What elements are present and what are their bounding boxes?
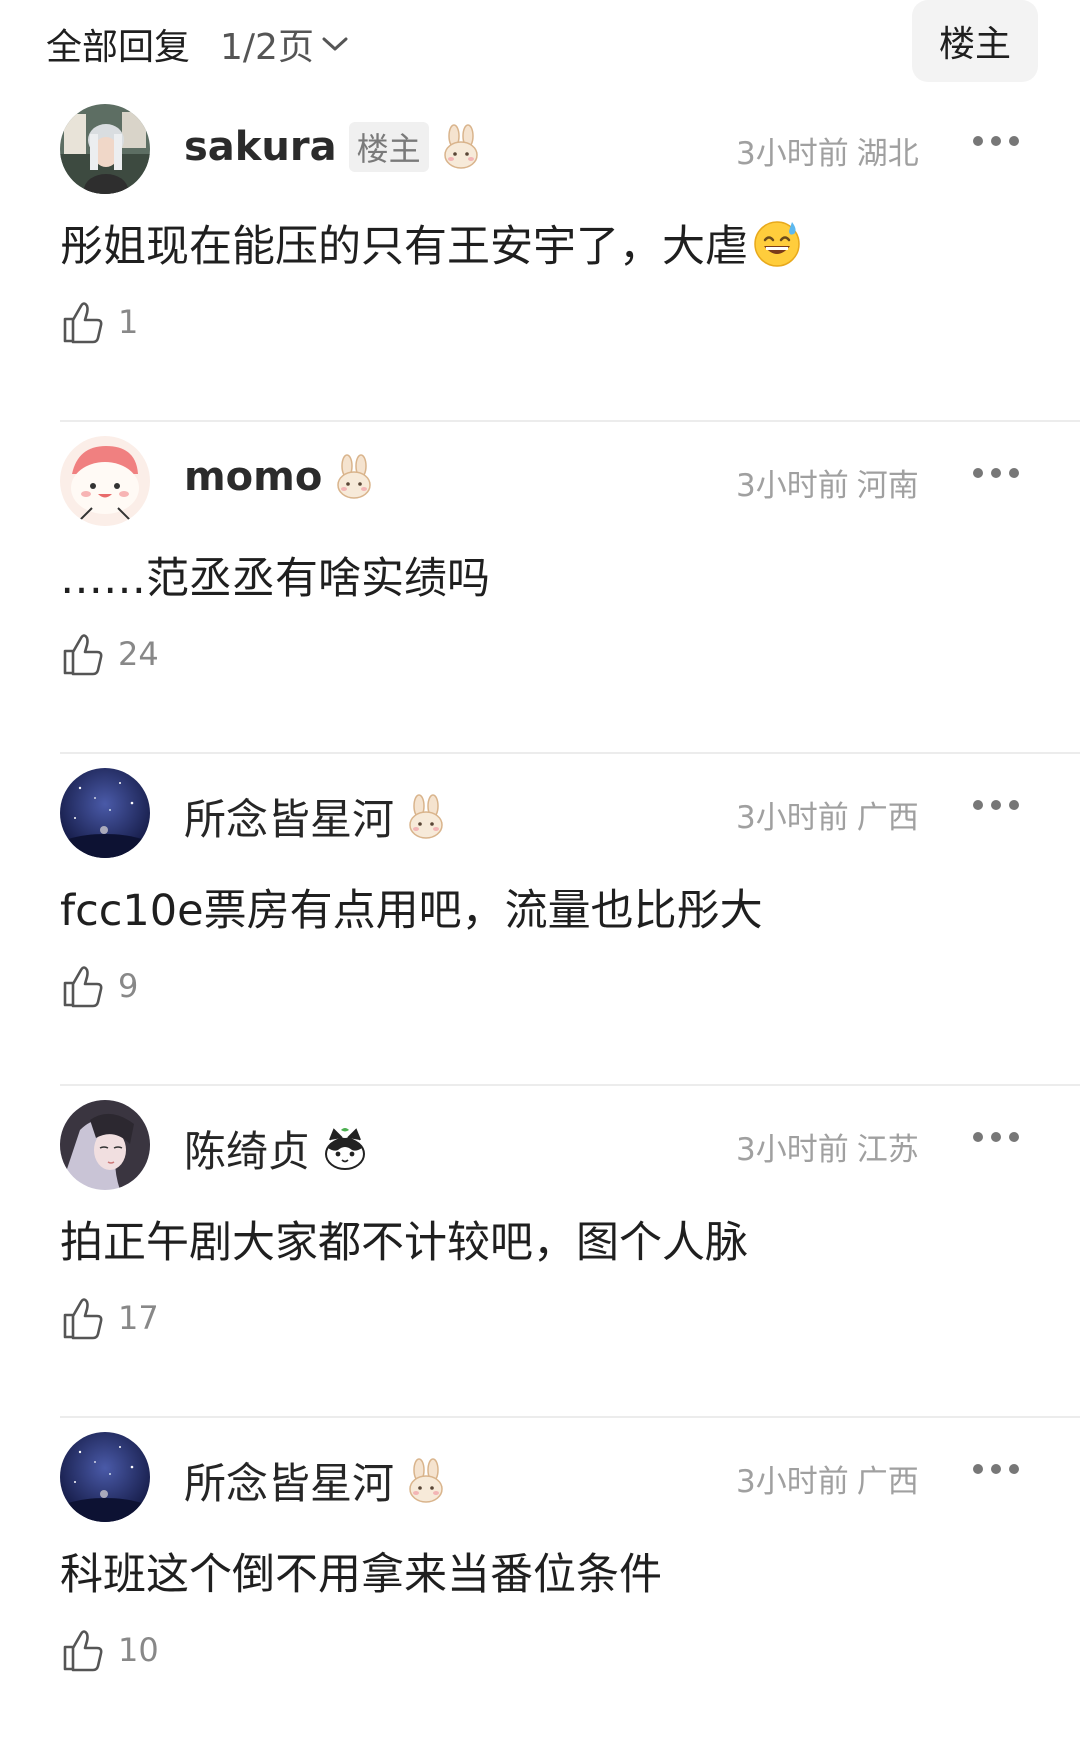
username[interactable]: sakura 楼主 [184, 122, 481, 172]
comment-text: 彤姐现在能压的只有王安宇了，大虐 [60, 212, 802, 274]
like-button[interactable]: 1 [62, 300, 138, 344]
comment-meta: 3小时前 广西 [736, 1456, 919, 1501]
like-count: 9 [118, 967, 139, 1005]
avatar[interactable] [60, 104, 150, 194]
comment-meta: 3小时前 广西 [736, 792, 919, 837]
avatar[interactable] [60, 1432, 150, 1522]
more-options-icon[interactable] [972, 134, 1020, 148]
comment-meta: 3小时前 江苏 [736, 1124, 919, 1169]
thumbs-up-icon [62, 964, 104, 1008]
comment-text: fcc10e票房有点用吧，流量也比彤大 [60, 886, 763, 936]
comment-item: sakura 楼主 3小时前 湖北 彤姐现在能压的只有王安宇了，大虐 1 [0, 90, 1080, 422]
avatar[interactable] [60, 1100, 150, 1190]
username-text: 所念皆星河 [184, 795, 395, 844]
sweat-smile-emoji-icon [748, 218, 802, 268]
comment-location: 湖北 [856, 136, 919, 172]
cat-level-icon [322, 1126, 368, 1172]
op-only-filter-button[interactable]: 楼主 [912, 0, 1038, 82]
bunny-level-icon [406, 793, 446, 840]
more-options-icon[interactable] [972, 1462, 1020, 1476]
username[interactable]: 所念皆星河 [184, 786, 446, 847]
more-options-icon[interactable] [972, 1130, 1020, 1144]
page-indicator: 1/2页 [220, 27, 314, 68]
comment-time: 3小时前 [736, 468, 849, 504]
thumbs-up-icon [62, 300, 104, 344]
comment-text: 拍正午剧大家都不计较吧，图个人脉 [60, 1218, 748, 1268]
username-text: 所念皆星河 [184, 1459, 395, 1508]
comment-location: 江苏 [856, 1132, 919, 1168]
username[interactable]: momo [184, 454, 374, 500]
username-text: sakura [184, 124, 337, 170]
bunny-level-icon [441, 124, 481, 170]
more-options-icon[interactable] [972, 798, 1020, 812]
username-text: 陈绮贞 [184, 1127, 311, 1176]
comment-time: 3小时前 [736, 1464, 849, 1500]
op-badge: 楼主 [348, 122, 429, 172]
comment-item: 所念皆星河 3小时前 广西 fcc10e票房有点用吧，流量也比彤大 9 [0, 754, 1080, 1086]
comment-time: 3小时前 [736, 800, 849, 836]
comment-text: ……范丞丞有啥实绩吗 [60, 554, 490, 604]
comment-meta: 3小时前 河南 [736, 460, 919, 505]
comment-text: 科班这个倒不用拿来当番位条件 [60, 1550, 662, 1600]
header-title: 全部回复 [46, 27, 191, 68]
comment-text-body: 彤姐现在能压的只有王安宇了，大虐 [60, 222, 748, 272]
comment-meta: 3小时前 湖北 [736, 128, 919, 173]
username[interactable]: 所念皆星河 [184, 1450, 446, 1511]
username-text: momo [184, 454, 323, 500]
comment-item: 陈绮贞 3小时前 江苏 拍正午剧大家都不计较吧，图个人脉 17 [0, 1086, 1080, 1418]
comment-item: momo 3小时前 河南 ……范丞丞有啥实绩吗 24 [0, 422, 1080, 754]
like-button[interactable]: 17 [62, 1296, 159, 1340]
comment-time: 3小时前 [736, 1132, 849, 1168]
more-options-icon[interactable] [972, 466, 1020, 480]
thumbs-up-icon [62, 632, 104, 676]
like-count: 17 [118, 1299, 159, 1337]
thumbs-up-icon [62, 1296, 104, 1340]
comment-location: 广西 [856, 1464, 919, 1500]
chevron-down-icon [322, 36, 348, 52]
username[interactable]: 陈绮贞 [184, 1118, 368, 1179]
avatar[interactable] [60, 768, 150, 858]
avatar[interactable] [60, 436, 150, 526]
comment-item: 所念皆星河 3小时前 广西 科班这个倒不用拿来当番位条件 10 [0, 1418, 1080, 1750]
comment-time: 3小时前 [736, 136, 849, 172]
thumbs-up-icon [62, 1628, 104, 1672]
like-count: 10 [118, 1631, 159, 1669]
bunny-level-icon [334, 454, 374, 500]
like-button[interactable]: 9 [62, 964, 138, 1008]
page-selector[interactable]: 1/2页 [220, 18, 348, 70]
comment-list: sakura 楼主 3小时前 湖北 彤姐现在能压的只有王安宇了，大虐 1 mom… [0, 90, 1080, 1750]
like-count: 1 [118, 303, 139, 341]
like-button[interactable]: 24 [62, 632, 159, 676]
replies-header: 全部回复 1/2页 楼主 [0, 0, 1080, 90]
like-count: 24 [118, 635, 159, 673]
comment-location: 广西 [856, 800, 919, 836]
like-button[interactable]: 10 [62, 1628, 159, 1672]
bunny-level-icon [406, 1457, 446, 1504]
comment-location: 河南 [856, 468, 919, 504]
